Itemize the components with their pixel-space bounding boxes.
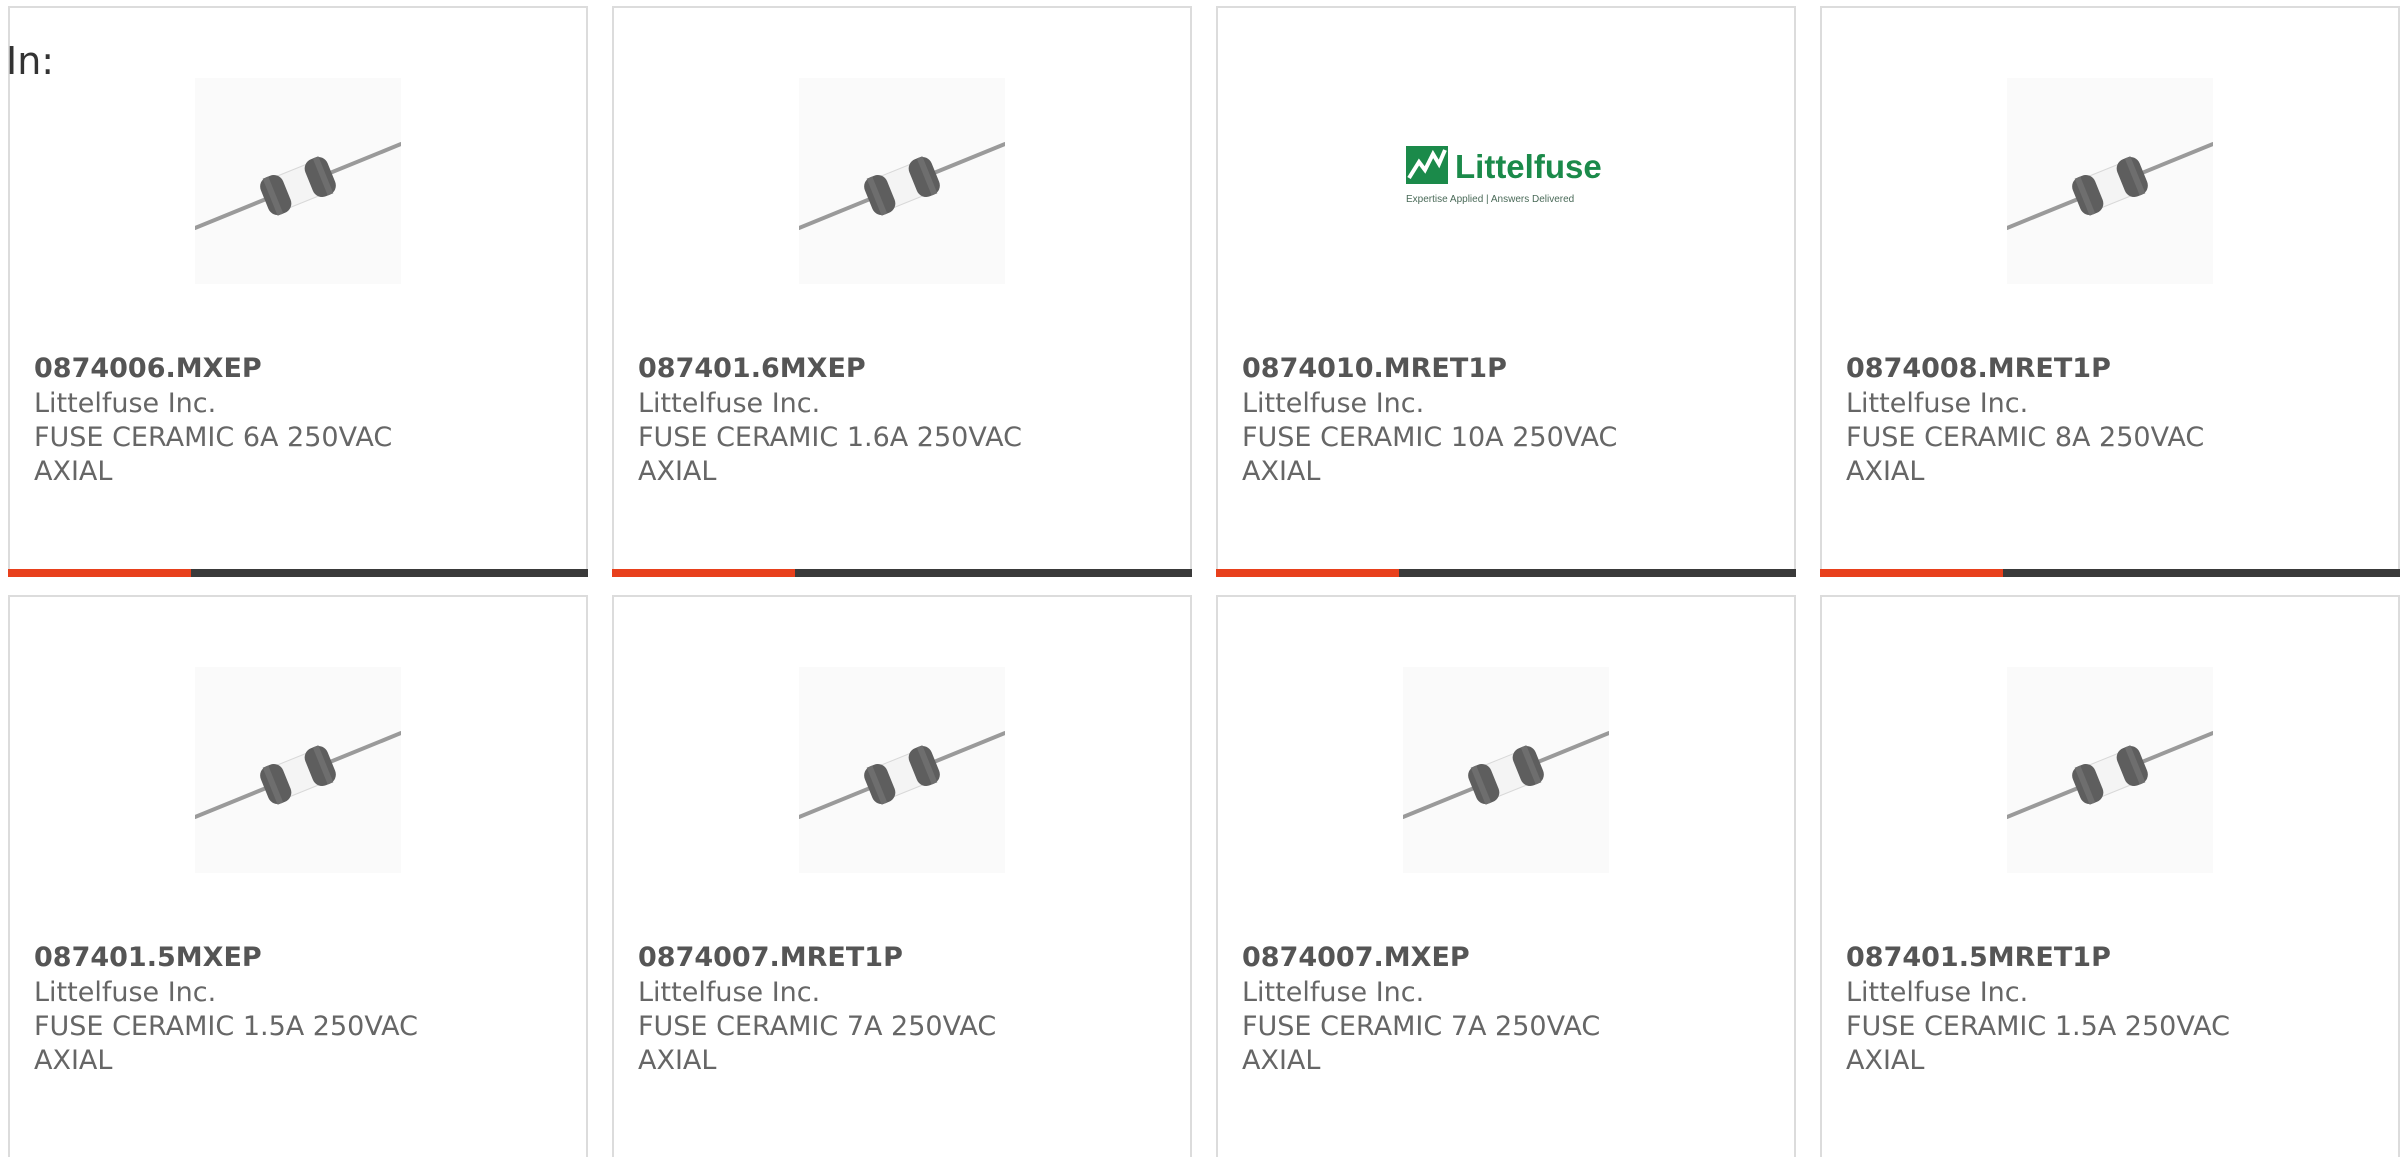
- product-card[interactable]: 0874007.MRET1P Littelfuse Inc. FUSE CERA…: [612, 595, 1192, 1157]
- card-bottom-bar: [1820, 569, 2400, 577]
- description: FUSE CERAMIC 8A 250VAC AXIAL: [1846, 422, 2205, 487]
- card-bottom-bar: [612, 569, 1192, 577]
- filter-in-label: In:: [6, 39, 55, 83]
- product-card[interactable]: 0874006.MXEP Littelfuse Inc. FUSE CERAMI…: [8, 6, 588, 577]
- product-image[interactable]: [799, 78, 1005, 284]
- product-image[interactable]: Littelfuse Expertise Applied | Answers D…: [1403, 78, 1609, 284]
- manufacturer: Littelfuse Inc.: [638, 977, 821, 1008]
- product-card[interactable]: Littelfuse Expertise Applied | Answers D…: [1216, 6, 1796, 577]
- part-number[interactable]: 0874006.MXEP: [34, 352, 262, 386]
- fuse-icon: [1403, 667, 1609, 873]
- manufacturer: Littelfuse Inc.: [34, 388, 217, 419]
- product-card[interactable]: 0874008.MRET1P Littelfuse Inc. FUSE CERA…: [1820, 6, 2400, 577]
- description: FUSE CERAMIC 7A 250VAC AXIAL: [638, 1011, 997, 1076]
- card-accent-bar: [8, 569, 191, 577]
- product-image[interactable]: [799, 667, 1005, 873]
- manufacturer: Littelfuse Inc.: [1242, 388, 1425, 419]
- description: FUSE CERAMIC 1.5A 250VAC AXIAL: [1846, 1011, 2230, 1076]
- product-card[interactable]: 087401.6MXEP Littelfuse Inc. FUSE CERAMI…: [612, 6, 1192, 577]
- description: FUSE CERAMIC 1.6A 250VAC AXIAL: [638, 422, 1022, 487]
- fuse-icon: [799, 78, 1005, 284]
- part-number[interactable]: 087401.5MRET1P: [1846, 941, 2111, 975]
- card-bottom-bar: [1216, 569, 1796, 577]
- product-grid: 0874006.MXEP Littelfuse Inc. FUSE CERAMI…: [0, 0, 2400, 1157]
- part-number[interactable]: 087401.5MXEP: [34, 941, 262, 975]
- fuse-icon: [195, 667, 401, 873]
- product-card[interactable]: 087401.5MRET1P Littelfuse Inc. FUSE CERA…: [1820, 595, 2400, 1157]
- product-image[interactable]: [2007, 78, 2213, 284]
- product-image[interactable]: [2007, 667, 2213, 873]
- description: FUSE CERAMIC 6A 250VAC AXIAL: [34, 422, 393, 487]
- part-number[interactable]: 0874007.MXEP: [1242, 941, 1470, 975]
- card-accent-bar: [612, 569, 795, 577]
- littelfuse-logo: Littelfuse Expertise Applied | Answers D…: [1406, 146, 1602, 205]
- product-card[interactable]: 087401.5MXEP Littelfuse Inc. FUSE CERAMI…: [8, 595, 588, 1157]
- card-accent-bar: [1820, 569, 2003, 577]
- product-results-page: In: 0874006.MXEP Littelfuse Inc. FUSE CE…: [0, 0, 2400, 1157]
- card-accent-bar: [1216, 569, 1399, 577]
- product-image[interactable]: [195, 667, 401, 873]
- description: FUSE CERAMIC 7A 250VAC AXIAL: [1242, 1011, 1601, 1076]
- part-number[interactable]: 0874008.MRET1P: [1846, 352, 2111, 386]
- fuse-icon: [195, 78, 401, 284]
- manufacturer: Littelfuse Inc.: [34, 977, 217, 1008]
- manufacturer: Littelfuse Inc.: [1846, 977, 2029, 1008]
- fuse-icon: [799, 667, 1005, 873]
- manufacturer: Littelfuse Inc.: [638, 388, 821, 419]
- card-bottom-bar: [8, 569, 588, 577]
- product-image[interactable]: [195, 78, 401, 284]
- part-number[interactable]: 0874010.MRET1P: [1242, 352, 1507, 386]
- fuse-icon: [2007, 78, 2213, 284]
- logo-wordmark: Littelfuse: [1455, 148, 1602, 185]
- part-number[interactable]: 087401.6MXEP: [638, 352, 866, 386]
- fuse-icon: [2007, 667, 2213, 873]
- manufacturer: Littelfuse Inc.: [1242, 977, 1425, 1008]
- description: FUSE CERAMIC 10A 250VAC AXIAL: [1242, 422, 1618, 487]
- product-image[interactable]: [1403, 667, 1609, 873]
- description: FUSE CERAMIC 1.5A 250VAC AXIAL: [34, 1011, 418, 1076]
- logo-tagline: Expertise Applied | Answers Delivered: [1406, 194, 1574, 205]
- part-number[interactable]: 0874007.MRET1P: [638, 941, 903, 975]
- manufacturer: Littelfuse Inc.: [1846, 388, 2029, 419]
- product-card[interactable]: 0874007.MXEP Littelfuse Inc. FUSE CERAMI…: [1216, 595, 1796, 1157]
